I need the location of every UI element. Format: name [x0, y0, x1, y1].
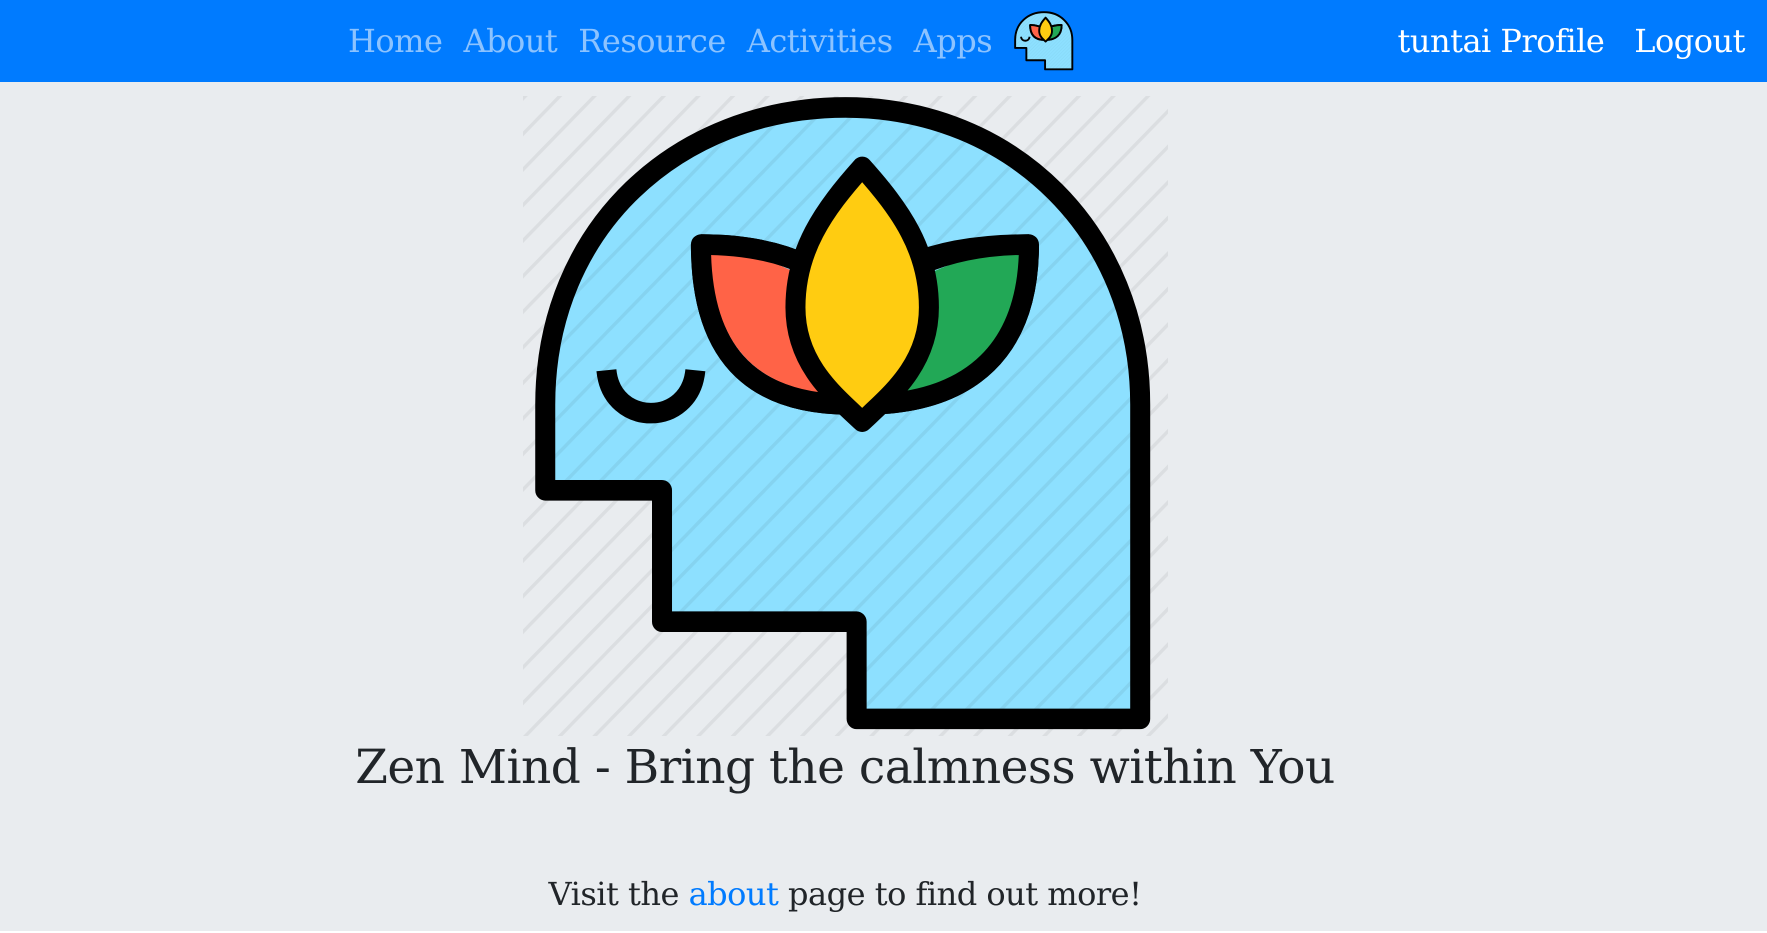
top-navbar: Home About Resource Activities Apps tunt…: [0, 0, 1767, 82]
hero-title: Zen Mind - Bring the calmness within You: [355, 740, 1335, 795]
nav-primary-links: Home About Resource Activities Apps: [348, 0, 1075, 82]
profile-link[interactable]: tuntai Profile: [1398, 25, 1605, 57]
zen-head-lotus-icon[interactable]: [1013, 10, 1075, 72]
about-link[interactable]: about: [689, 875, 779, 913]
nav-apps-link[interactable]: Apps: [914, 25, 993, 57]
hero-text-after: page to find out more!: [778, 875, 1142, 913]
zen-head-lotus-icon: [523, 96, 1168, 736]
nav-account-links: tuntai Profile Logout: [1368, 0, 1746, 82]
nav-home-link[interactable]: Home: [348, 25, 443, 57]
hero-text-before: Visit the: [548, 875, 689, 913]
logout-link[interactable]: Logout: [1634, 25, 1745, 57]
nav-resource-link[interactable]: Resource: [578, 25, 726, 57]
nav-activities-link[interactable]: Activities: [747, 25, 893, 57]
hero-description: Visit the about page to find out more!: [0, 875, 1690, 913]
nav-about-link[interactable]: About: [463, 25, 557, 57]
